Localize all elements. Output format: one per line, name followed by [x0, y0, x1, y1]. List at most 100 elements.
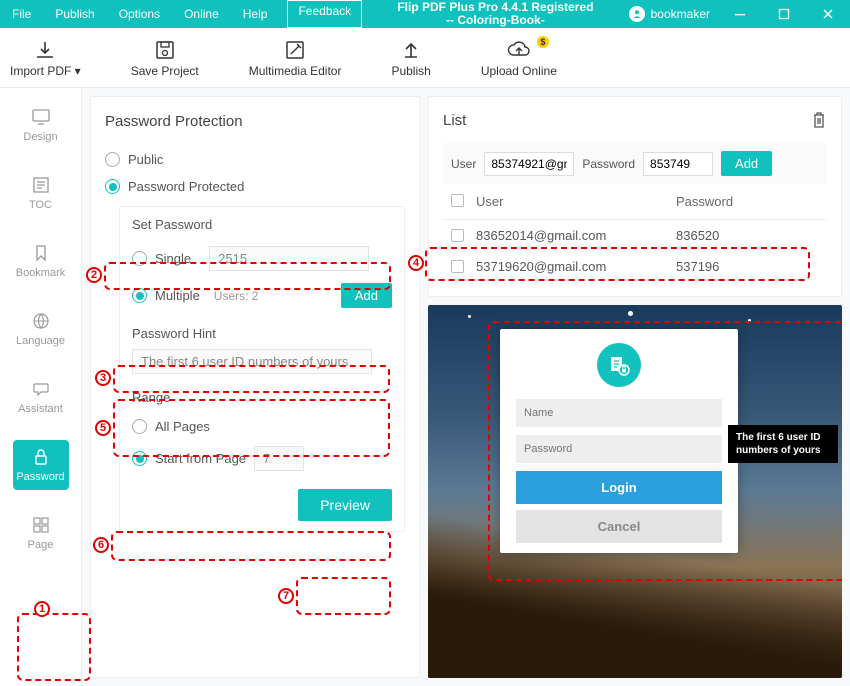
minimize-button[interactable] — [718, 0, 762, 28]
maximize-button[interactable] — [762, 0, 806, 28]
sidebar-item-bookmark[interactable]: Bookmark — [13, 236, 69, 286]
radio-multiple[interactable] — [132, 288, 147, 303]
single-password-input[interactable] — [209, 246, 369, 271]
grid-icon — [32, 515, 50, 535]
import-icon — [33, 38, 57, 62]
menu-online[interactable]: Online — [172, 0, 231, 28]
col-pass-header: Password — [676, 194, 819, 209]
sidebar-label: Language — [16, 335, 65, 347]
login-name-input[interactable] — [516, 399, 722, 427]
row-checkbox[interactable] — [451, 260, 464, 273]
right-panel: List User Password Add User Password 836… — [428, 96, 842, 678]
sidebar-item-toc[interactable]: TOC — [13, 168, 69, 218]
sidebar-item-language[interactable]: Language — [13, 304, 69, 354]
panel-heading: Password Protection — [105, 113, 405, 130]
cancel-button[interactable]: Cancel — [516, 510, 722, 543]
row-user: 83652014@gmail.com — [476, 228, 676, 243]
radio-multiple-label: Multiple — [155, 288, 200, 303]
add-button[interactable]: Add — [341, 283, 392, 308]
publish-label: Publish — [391, 64, 430, 78]
save-icon — [154, 38, 176, 62]
upload-badge: $ — [537, 36, 549, 48]
import-label: Import PDF ▾ — [10, 64, 81, 78]
sidebar-item-password[interactable]: Password — [13, 440, 69, 490]
row-checkbox[interactable] — [451, 229, 464, 242]
radio-password-protected[interactable] — [105, 179, 120, 194]
row-user: 53719620@gmail.com — [476, 259, 676, 274]
multimedia-icon — [284, 38, 306, 62]
login-button[interactable]: Login — [516, 471, 722, 504]
toolbar: Import PDF ▾ Save Project Multimedia Edi… — [0, 28, 850, 88]
import-pdf-button[interactable]: Import PDF ▾ — [10, 38, 81, 78]
user-list-panel: List User Password Add User Password 836… — [428, 96, 842, 297]
upload-online-button[interactable]: $ Upload Online — [481, 38, 557, 78]
login-dialog: Login Cancel — [500, 329, 738, 553]
users-count-label: Users: 2 — [214, 289, 259, 303]
close-button[interactable] — [806, 0, 850, 28]
login-lock-icon — [597, 343, 641, 387]
preview-button[interactable]: Preview — [298, 489, 392, 521]
menu-options[interactable]: Options — [107, 0, 172, 28]
add-user-row: User Password Add — [443, 143, 827, 184]
sidebar-item-design[interactable]: Design — [13, 100, 69, 150]
window-title: Flip PDF Plus Pro 4.4.1 Registered -- Co… — [362, 1, 628, 27]
start-page-input[interactable] — [254, 446, 304, 471]
bookmark-icon — [32, 243, 50, 263]
sidebar-label: Page — [28, 539, 54, 551]
preview-area: Login Cancel The first 6 user ID numbers… — [428, 305, 842, 678]
login-password-input[interactable] — [516, 435, 722, 463]
hint-label: Password Hint — [132, 326, 392, 341]
user-badge[interactable]: bookmaker — [629, 6, 710, 22]
password-protection-panel: Password Protection Public Password Prot… — [90, 96, 420, 678]
main-area: Design TOC Bookmark Language Assistant P… — [0, 88, 850, 686]
table-row[interactable]: 83652014@gmail.com 836520 — [443, 220, 827, 251]
list-heading: List — [443, 112, 466, 129]
start-from-label: Start from Page — [155, 451, 246, 466]
radio-single[interactable] — [132, 251, 147, 266]
sidebar-label: TOC — [29, 199, 52, 211]
set-password-panel: Set Password Single Multiple Users: 2 Ad… — [119, 206, 405, 532]
add-pass-input[interactable] — [643, 152, 713, 176]
multimedia-editor-button[interactable]: Multimedia Editor — [249, 38, 342, 78]
radio-start-from[interactable] — [132, 451, 147, 466]
publish-button[interactable]: Publish — [391, 38, 430, 78]
toc-icon — [31, 175, 51, 195]
checkbox-all[interactable] — [451, 194, 464, 207]
sidebar-label: Bookmark — [16, 267, 66, 279]
table-header: User Password — [443, 184, 827, 220]
add-user-input[interactable] — [484, 152, 574, 176]
row-pass: 537196 — [676, 259, 819, 274]
publish-icon — [400, 38, 422, 62]
cloud-upload-icon — [506, 38, 532, 62]
add-user-label: User — [451, 157, 476, 171]
radio-public[interactable] — [105, 152, 120, 167]
avatar-icon — [629, 6, 645, 22]
mm-label: Multimedia Editor — [249, 64, 342, 78]
feedback-button[interactable]: Feedback — [287, 0, 362, 28]
menu-file[interactable]: File — [0, 0, 43, 28]
all-pages-label: All Pages — [155, 419, 210, 434]
menu-publish[interactable]: Publish — [43, 0, 106, 28]
password-hint-input[interactable] — [132, 349, 372, 374]
sidebar-item-assistant[interactable]: Assistant — [13, 372, 69, 422]
user-name: bookmaker — [651, 7, 710, 21]
radio-single-label: Single — [155, 251, 191, 266]
sidebar-label: Design — [23, 131, 57, 143]
upload-label: Upload Online — [481, 64, 557, 78]
password-hint-tooltip: The first 6 user ID numbers of yours — [728, 425, 838, 463]
menu-help[interactable]: Help — [231, 0, 280, 28]
sidebar-label: Assistant — [18, 403, 63, 415]
left-sidebar: Design TOC Bookmark Language Assistant P… — [0, 88, 82, 686]
radio-all-pages[interactable] — [132, 419, 147, 434]
sidebar-item-page[interactable]: Page — [13, 508, 69, 558]
radio-protected-label: Password Protected — [128, 179, 244, 194]
add-user-button[interactable]: Add — [721, 151, 772, 176]
save-project-button[interactable]: Save Project — [131, 38, 199, 78]
table-row[interactable]: 53719620@gmail.com 537196 — [443, 251, 827, 282]
monitor-icon — [31, 107, 51, 127]
trash-icon[interactable] — [811, 111, 827, 129]
range-label: Range — [132, 390, 392, 405]
globe-icon — [32, 311, 50, 331]
title-bar: File Publish Options Online Help Feedbac… — [0, 0, 850, 28]
col-user-header: User — [476, 194, 676, 209]
